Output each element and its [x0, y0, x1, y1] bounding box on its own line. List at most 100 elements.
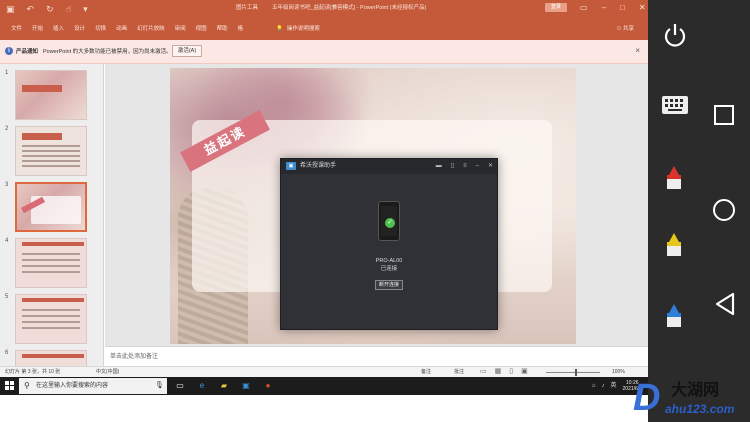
tab-review[interactable]: 审阅 [170, 22, 191, 36]
connection-status: 已连接 [380, 266, 398, 272]
share-label: 共享 [622, 26, 634, 32]
ribbon-tabs: 文件 开始 插入 设计 切换 动画 幻灯片放映 审阅 视图 帮助 格 [6, 22, 248, 36]
thumbnail-title-bar [22, 133, 62, 140]
tab-animations[interactable]: 动画 [111, 22, 132, 36]
info-icon: i [5, 47, 13, 55]
file-explorer-icon[interactable]: ▰ [218, 379, 230, 392]
powerpoint-icon[interactable]: ● [262, 379, 274, 392]
tab-design[interactable]: 设计 [69, 22, 90, 36]
taskbar-search-box[interactable]: ⚲ 在这里输入你要搜索的内容 🎙 [19, 378, 167, 394]
context-tab-label: 图片工具 [236, 5, 259, 11]
notes-pane[interactable]: 单击此处添加备注 [105, 346, 648, 366]
maximize-icon[interactable]: □ [620, 2, 625, 13]
phone-icon[interactable]: ▯ [451, 161, 454, 171]
edge-icon[interactable]: e [196, 379, 208, 392]
ribbon-display-icon[interactable]: ▭ [580, 2, 588, 13]
redo-icon[interactable]: ↻ [46, 3, 54, 15]
yellow-marker-icon[interactable] [665, 233, 683, 259]
minimize-icon[interactable]: – [476, 161, 479, 171]
quick-access-toolbar: ▣ ↶ ↻ ☝ ▾ [6, 3, 88, 15]
share-button[interactable]: ⚇ 共享 [617, 24, 634, 34]
microphone-icon[interactable]: 🎙 [155, 381, 164, 391]
thumbnail-number: 6 [5, 350, 9, 356]
keyboard-icon[interactable] [660, 92, 690, 118]
tab-view[interactable]: 视图 [191, 22, 212, 36]
slide-thumbnail-4[interactable] [15, 238, 87, 288]
slide-thumbnail-2[interactable] [15, 126, 87, 176]
tab-slideshow[interactable]: 幻灯片放映 [132, 22, 170, 36]
minimize-icon[interactable]: – [602, 2, 606, 13]
power-icon[interactable] [660, 20, 690, 50]
thumbnail-text-line [22, 253, 80, 255]
thumbnail-text-line [22, 150, 80, 152]
seewo-logo-icon: ▣ [286, 162, 296, 170]
slide-sorter-icon[interactable]: ▦ [495, 368, 502, 376]
seewo-icon[interactable]: ▣ [240, 379, 252, 392]
watermark-url: ahu123.com [665, 402, 735, 416]
dialog-controls: ▬ ▯ ≡ – ✕ [436, 161, 493, 171]
tab-transitions[interactable]: 切换 [90, 22, 111, 36]
folder-icon[interactable]: ▬ [436, 161, 442, 171]
zoom-slider-thumb[interactable] [574, 369, 577, 376]
undo-icon[interactable]: ↶ [27, 3, 35, 15]
network-icon[interactable]: ⌂ [592, 380, 596, 392]
save-icon[interactable]: ▣ [6, 3, 15, 15]
back-icon[interactable] [714, 292, 736, 316]
zoom-slider[interactable] [546, 369, 600, 376]
normal-view-icon[interactable]: ▭ [480, 368, 487, 376]
tab-home[interactable]: 开始 [27, 22, 48, 36]
check-icon: ✓ [385, 218, 395, 228]
watermark-letter: D [633, 377, 661, 419]
notes-toggle[interactable]: 备注 [421, 369, 431, 376]
windows-start-icon[interactable] [5, 381, 15, 391]
menu-icon[interactable]: ≡ [463, 161, 467, 171]
disconnect-button[interactable]: 断开连接 [375, 280, 403, 290]
slide-thumbnail-3[interactable] [15, 182, 87, 232]
close-icon[interactable]: ✕ [639, 2, 646, 13]
view-buttons: ▭ ▦ ▯ ▣ [480, 368, 528, 376]
thumbnail-text-line [22, 259, 80, 261]
reading-view-icon[interactable]: ▯ [509, 368, 513, 376]
tab-format[interactable]: 格 [233, 22, 249, 36]
slideshow-icon[interactable]: ▣ [521, 368, 528, 376]
tab-file[interactable]: 文件 [6, 22, 27, 36]
product-notice-bar: i 产品通知 PowerPoint 的大多数功能已被禁用，因为尚未激活。 激活(… [0, 40, 648, 64]
thumbnail-title-bar [22, 85, 62, 92]
more-icon[interactable]: ▾ [83, 3, 88, 15]
slide-thumbnail-1[interactable] [15, 70, 87, 120]
language-indicator[interactable]: 中文(中国) [96, 369, 119, 376]
thumbnail-number: 2 [5, 126, 9, 132]
task-view-icon[interactable]: ▭ [174, 379, 186, 392]
tell-me-search[interactable]: 💡 操作说明搜索 [276, 24, 320, 34]
notice-title: 产品通知 [16, 49, 39, 55]
thumbnail-text-line [22, 327, 80, 329]
dialog-title: 希沃授课助手 [300, 163, 337, 169]
tab-insert[interactable]: 插入 [48, 22, 69, 36]
seewo-assistant-dialog: ▣ 希沃授课助手 ▬ ▯ ≡ – ✕ ✓ PRO-AL00 已连接 断开连接 [280, 158, 498, 330]
ime-indicator[interactable]: 英 [611, 380, 617, 392]
login-button[interactable]: 登录 [545, 3, 567, 12]
touch-mode-icon[interactable]: ☝ [66, 3, 71, 15]
red-marker-icon[interactable] [665, 166, 683, 192]
status-bar: 幻灯片 第 3 张，共 10 张 中文(中国) 备注 批注 ▭ ▦ ▯ ▣ 10… [0, 366, 648, 377]
slide-thumbnail-5[interactable] [15, 294, 87, 344]
recent-apps-icon[interactable] [714, 105, 734, 125]
thumbnail-title-bar [22, 354, 84, 358]
screen: ▣ ↶ ↻ ☝ ▾ 图片工具 五年级阅读书吧_益起读[兼容模式] - PowerP… [0, 0, 648, 422]
slide-thumbnail-6[interactable] [15, 350, 87, 366]
tab-help[interactable]: 帮助 [212, 22, 233, 36]
notice-message: PowerPoint 的大多数功能已被禁用，因为尚未激活。 [43, 49, 172, 55]
volume-icon[interactable]: ♪ [602, 380, 605, 392]
zoom-level[interactable]: 100% [612, 369, 625, 376]
slide-thumbnails-pane[interactable]: 1 2 3 4 5 6 [0, 64, 104, 366]
notice-close-icon[interactable]: × [635, 46, 640, 56]
thumbnail-text-line [22, 145, 80, 147]
home-icon[interactable] [713, 199, 735, 221]
close-icon[interactable]: ✕ [488, 161, 493, 171]
blue-marker-icon[interactable] [665, 304, 683, 330]
window-title: 图片工具 五年级阅读书吧_益起读[兼容模式] - PowerPoint (未经授权… [236, 3, 440, 13]
document-title: 五年级阅读书吧_益起读[兼容模式] - PowerPoint (未经授权产品) [272, 5, 427, 11]
thumbnail-text-line [22, 160, 80, 162]
activate-button[interactable]: 激活(A) [172, 45, 202, 57]
comments-toggle[interactable]: 批注 [454, 369, 464, 376]
